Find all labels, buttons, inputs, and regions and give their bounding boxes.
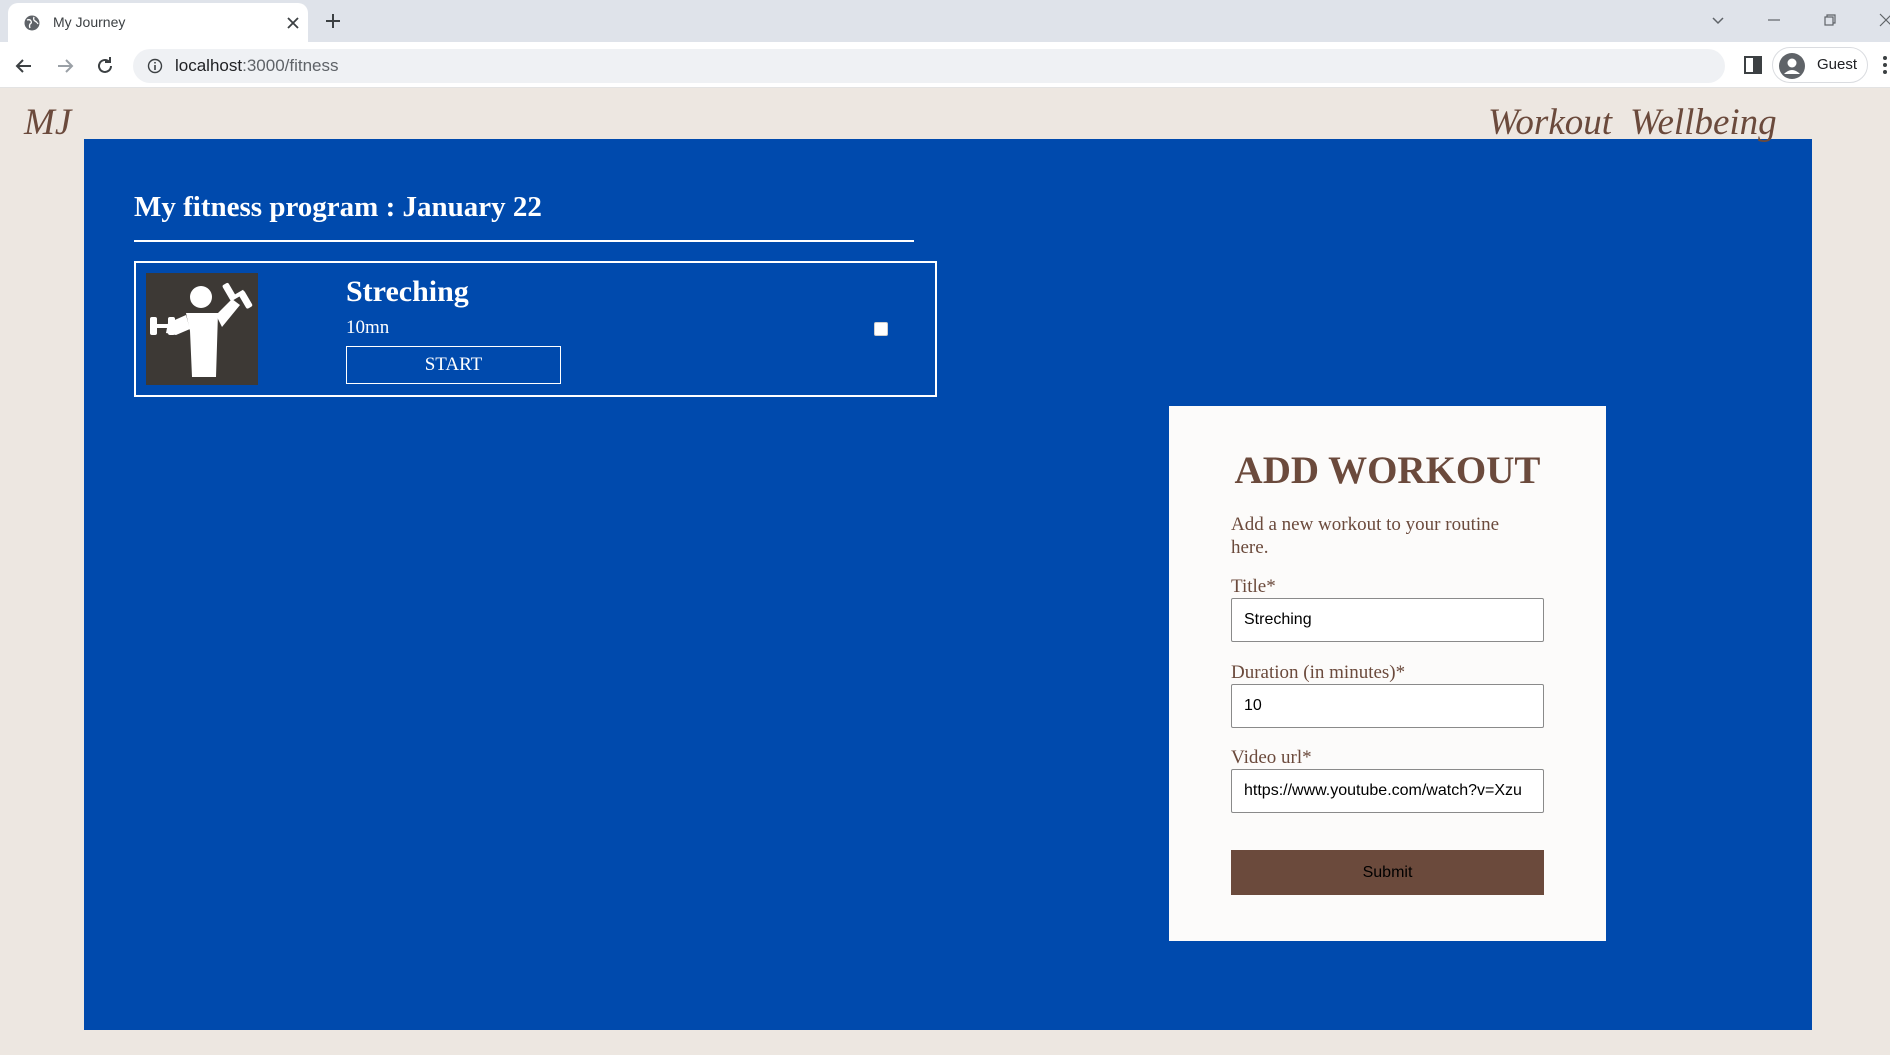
brand-logo[interactable]: MJ <box>24 101 71 144</box>
workout-image <box>146 273 258 385</box>
new-tab-icon[interactable] <box>323 11 343 31</box>
title-label: Title* <box>1231 576 1276 597</box>
workout-title: Streching <box>346 275 469 308</box>
restore-icon[interactable] <box>1820 10 1840 30</box>
address-bar[interactable]: localhost:3000/fitness <box>133 49 1725 83</box>
duration-input[interactable]: 10 <box>1231 684 1544 728</box>
url-path: :3000/fitness <box>242 56 339 75</box>
info-icon[interactable] <box>147 58 163 74</box>
browser-toolbar: localhost:3000/fitness Guest <box>0 42 1890 88</box>
add-workout-form: ADD WORKOUT Add a new workout to your ro… <box>1169 406 1606 941</box>
reload-icon[interactable] <box>93 54 117 78</box>
submit-button[interactable]: Submit <box>1231 850 1544 895</box>
forward-icon[interactable] <box>53 54 77 78</box>
globe-icon <box>24 15 40 31</box>
tab-search-icon[interactable] <box>1708 10 1728 30</box>
duration-label: Duration (in minutes)* <box>1231 662 1406 683</box>
form-description: Add a new workout to your routine here. <box>1231 514 1500 558</box>
profile-button[interactable]: Guest <box>1772 47 1868 83</box>
program-title: My fitness program : January 22 <box>134 191 542 223</box>
dumbbell-person-icon <box>150 282 253 377</box>
completed-checkbox[interactable] <box>874 322 888 336</box>
profile-name: Guest <box>1817 56 1858 73</box>
workout-card: Streching 10mn START <box>134 261 937 397</box>
nav-link-workout[interactable]: Workout <box>1488 102 1612 143</box>
tab-title: My Journey <box>53 14 126 30</box>
video-url-input[interactable]: https://www.youtube.com/watch?v=Xzu <box>1231 769 1544 813</box>
browser-tab-strip: My Journey <box>0 0 1890 42</box>
top-navigation: Workout Wellbeing <box>1488 101 1795 144</box>
url-text: localhost:3000/fitness <box>175 56 339 76</box>
title-input[interactable]: Streching <box>1231 598 1544 642</box>
fitness-panel: My fitness program : January 22 Strechin… <box>84 139 1812 1030</box>
nav-link-wellbeing[interactable]: Wellbeing <box>1630 102 1777 143</box>
start-button[interactable]: START <box>346 346 561 384</box>
title-divider <box>134 240 914 242</box>
page-content: MJ My fitness program : January 22 Strec… <box>0 89 1890 1057</box>
browser-tab[interactable]: My Journey <box>8 3 308 42</box>
close-window-icon[interactable] <box>1876 10 1890 30</box>
side-panel-icon[interactable] <box>1742 54 1764 76</box>
url-host: localhost <box>175 56 243 75</box>
video-url-label: Video url* <box>1231 747 1312 768</box>
form-heading: ADD WORKOUT <box>1234 449 1541 492</box>
browser-menu-icon[interactable] <box>1880 52 1890 78</box>
workout-duration: 10mn <box>346 317 390 338</box>
back-icon[interactable] <box>12 54 36 78</box>
avatar-icon <box>1779 53 1805 79</box>
close-tab-icon[interactable] <box>284 14 302 32</box>
minimize-icon[interactable] <box>1764 10 1784 30</box>
